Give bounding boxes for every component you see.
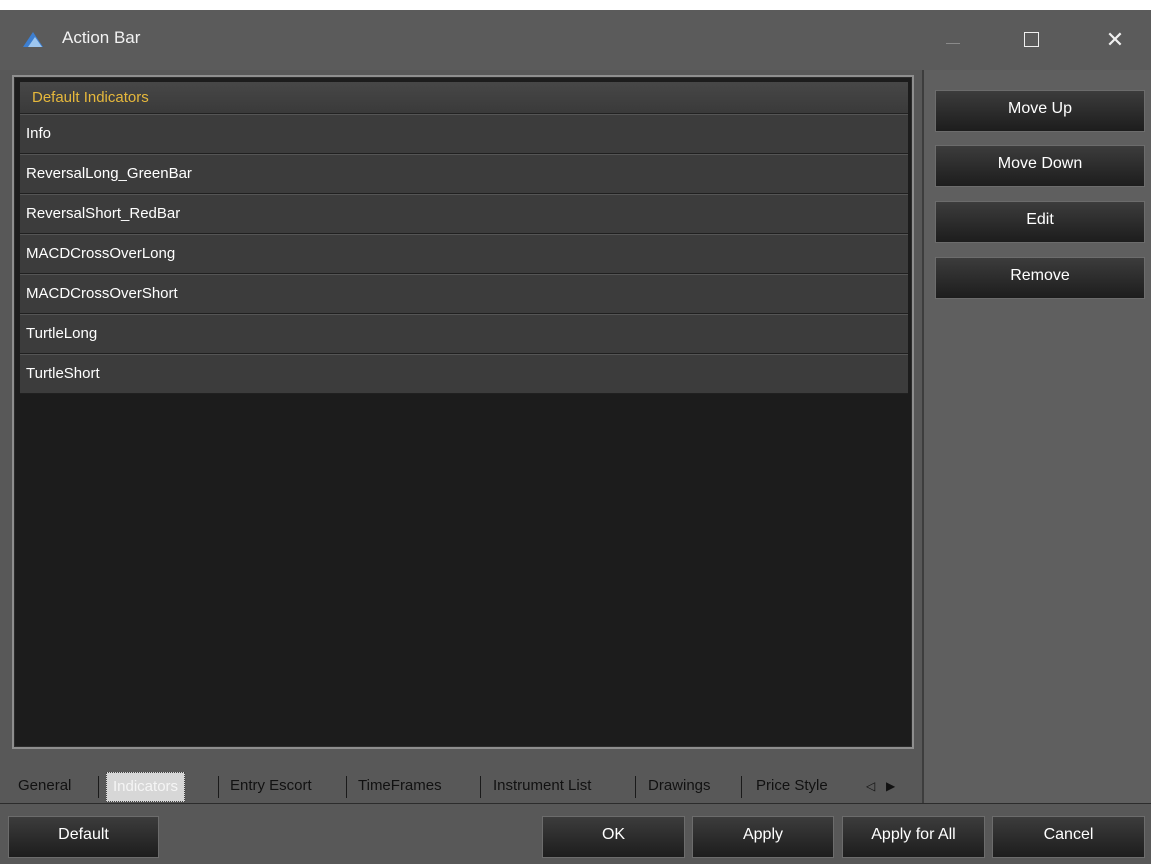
- remove-button[interactable]: Remove: [935, 257, 1145, 299]
- ok-button[interactable]: OK: [542, 816, 685, 858]
- window-title: Action Bar: [62, 28, 141, 47]
- cancel-button[interactable]: Cancel: [992, 816, 1145, 858]
- tab-instrument-list[interactable]: Instrument List: [493, 768, 591, 804]
- list-item[interactable]: TurtleShort: [20, 354, 908, 394]
- tab-divider: [346, 776, 347, 798]
- edit-button[interactable]: Edit: [935, 201, 1145, 243]
- maximize-button[interactable]: [1004, 18, 1064, 62]
- tab-divider: [480, 776, 481, 798]
- move-down-button[interactable]: Move Down: [935, 145, 1145, 187]
- tab-indicators[interactable]: Indicators: [106, 772, 186, 802]
- indicators-panel: Default Indicators Info ReversalLong_Gre…: [10, 70, 920, 803]
- tab-entry-escort[interactable]: Entry Escort: [230, 768, 312, 804]
- title-bar: Action Bar ✕: [0, 10, 1151, 70]
- scroll-right-icon[interactable]: ▶: [886, 768, 895, 804]
- scroll-left-icon[interactable]: ◁: [866, 768, 875, 804]
- close-icon[interactable]: ✕: [1085, 18, 1145, 62]
- tab-timeframes[interactable]: TimeFrames: [358, 768, 442, 804]
- list-item[interactable]: ReversalShort_RedBar: [20, 194, 908, 234]
- move-up-button[interactable]: Move Up: [935, 90, 1145, 132]
- app-logo-icon: [23, 32, 43, 47]
- dialog-window: Action Bar ✕ Default Indicators Info Rev…: [0, 10, 1151, 864]
- list-header: Default Indicators: [20, 82, 908, 114]
- list-body: Info ReversalLong_GreenBar ReversalShort…: [20, 114, 908, 394]
- tab-general[interactable]: General: [18, 768, 71, 804]
- tab-drawings[interactable]: Drawings: [648, 768, 711, 804]
- list-item[interactable]: MACDCrossOverLong: [20, 234, 908, 274]
- indicator-list[interactable]: Default Indicators Info ReversalLong_Gre…: [12, 75, 914, 749]
- list-item[interactable]: TurtleLong: [20, 314, 908, 354]
- footer-bar: Default OK Apply Apply for All Cancel: [0, 803, 1151, 864]
- tab-divider: [635, 776, 636, 798]
- list-item[interactable]: Info: [20, 114, 908, 154]
- apply-button[interactable]: Apply: [692, 816, 834, 858]
- tab-price-style[interactable]: Price Style: [756, 768, 828, 804]
- apply-for-all-button[interactable]: Apply for All: [842, 816, 985, 858]
- side-panel: Move Up Move Down Edit Remove: [922, 70, 1151, 803]
- tab-divider: [218, 776, 219, 798]
- list-item[interactable]: MACDCrossOverShort: [20, 274, 908, 314]
- tab-divider: [741, 776, 742, 798]
- tab-strip: General Indicators Entry Escort TimeFram…: [10, 768, 920, 804]
- tab-divider: [98, 776, 99, 798]
- minimize-button[interactable]: [924, 18, 984, 62]
- default-button[interactable]: Default: [8, 816, 159, 858]
- list-item[interactable]: ReversalLong_GreenBar: [20, 154, 908, 194]
